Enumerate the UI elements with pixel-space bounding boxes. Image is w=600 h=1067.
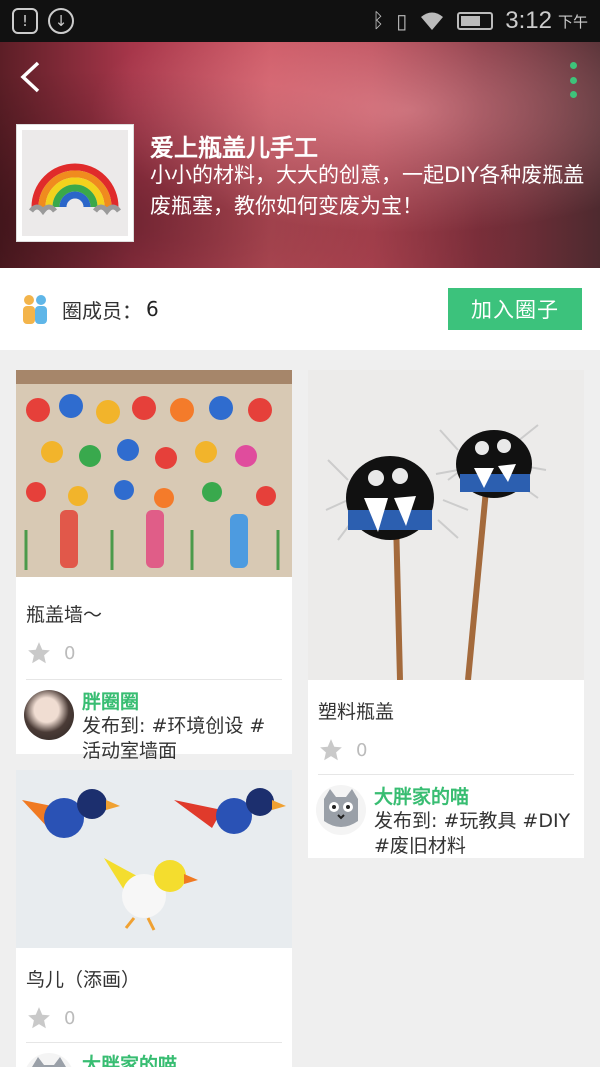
post-title: 瓶盖墙～	[26, 604, 103, 626]
status-bar: ! ↓ ᛒ ▯ 3:12 下午	[0, 0, 600, 42]
group-title: 爱上瓶盖儿手工	[150, 134, 318, 162]
post-card[interactable]: 塑料瓶盖 0 大胖家的喵 发布到: #玩教具 #DIY #废旧材料	[308, 370, 584, 858]
star-icon[interactable]	[318, 737, 344, 763]
member-count: 6	[146, 297, 159, 321]
wifi-icon	[421, 12, 444, 30]
post-title: 鸟儿（添画）	[26, 969, 141, 991]
like-row: 0	[16, 998, 292, 1038]
more-button[interactable]	[566, 62, 580, 98]
star-icon[interactable]	[26, 640, 52, 666]
author-name[interactable]: 胖圈圈	[82, 690, 284, 714]
cat-avatar-icon	[324, 789, 358, 827]
battery-icon	[457, 12, 494, 30]
post-title: 塑料瓶盖	[318, 701, 395, 723]
posted-to-tags[interactable]: 发布到: #玩教具 #DIY #废旧材料	[374, 809, 576, 859]
like-count: 0	[64, 642, 76, 664]
like-count: 0	[64, 1007, 76, 1029]
bluetooth-icon: ᛒ	[372, 9, 385, 32]
post-image	[16, 370, 292, 577]
back-button[interactable]	[18, 60, 52, 94]
join-group-button[interactable]: 加入圈子	[448, 288, 582, 330]
member-count-label: 圈成员：	[62, 298, 142, 323]
author-row[interactable]: 大胖家的喵	[16, 1043, 292, 1067]
author-name[interactable]: 大胖家的喵	[82, 1053, 177, 1067]
author-row[interactable]: 大胖家的喵 发布到: #玩教具 #DIY #废旧材料	[308, 775, 584, 869]
post-card[interactable]: 瓶盖墙～ 0 胖圈圈 发布到: #环境创设 #活动室墙面	[16, 370, 292, 762]
download-icon: ↓	[48, 8, 74, 34]
avatar[interactable]	[24, 1053, 74, 1067]
like-row: 0	[308, 730, 584, 770]
post-image	[16, 770, 292, 948]
avatar[interactable]	[24, 690, 74, 740]
rainbow-image	[29, 163, 121, 216]
post-image	[308, 370, 584, 680]
post-card[interactable]: 鸟儿（添画） 0 大胖家的喵	[16, 770, 292, 1067]
group-description: 小小的材料，大大的创意，一起DIY各种废瓶盖废瓶塞，教你如何变废为宝！	[150, 163, 585, 218]
clock-ampm: 下午	[557, 13, 588, 31]
avatar[interactable]	[316, 785, 366, 835]
notification-icon: !	[12, 8, 38, 34]
author-row[interactable]: 胖圈圈 发布到: #环境创设 #活动室墙面	[16, 680, 292, 774]
like-count: 0	[356, 739, 368, 761]
group-header: 爱上瓶盖儿手工 小小的材料，大大的创意，一起DIY各种废瓶盖废瓶塞，教你如何变废…	[0, 42, 600, 268]
group-cover-image	[16, 124, 134, 242]
cat-avatar-icon	[32, 1057, 66, 1067]
member-bar: 圈成员： 6 加入圈子	[0, 268, 600, 350]
more-vertical-icon	[569, 62, 577, 69]
members-icon	[23, 295, 47, 324]
back-arrow-icon	[20, 61, 40, 93]
star-icon[interactable]	[26, 1005, 52, 1031]
vibrate-icon: ▯	[396, 10, 408, 33]
author-name[interactable]: 大胖家的喵	[374, 785, 576, 809]
like-row: 0	[16, 633, 292, 673]
posted-to-tags[interactable]: 发布到: #环境创设 #活动室墙面	[82, 714, 284, 764]
clock-time: 3:12	[505, 7, 552, 34]
